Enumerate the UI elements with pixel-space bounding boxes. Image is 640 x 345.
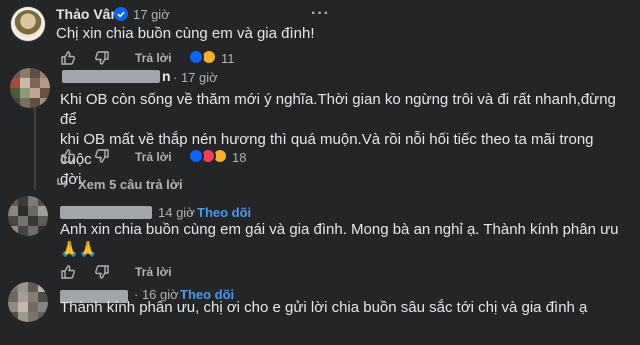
thread-line [34, 100, 36, 190]
dislike-button-icon[interactable] [94, 264, 110, 280]
comment-text-line: Khi OB còn sống về thăm mới ý nghĩa.Thời… [60, 91, 616, 128]
like-icon-fill [188, 148, 204, 164]
comment-author[interactable]: Thảo Vân [56, 6, 119, 22]
comment-time[interactable]: 17 giờ [133, 7, 170, 22]
like-button-icon[interactable] [60, 148, 76, 164]
reply-button[interactable]: Trả lời [135, 265, 172, 279]
comment-time[interactable]: · 17 giờ [173, 70, 218, 85]
view-replies-link[interactable]: Xem 5 câu trả lời [78, 177, 183, 192]
comment-text-line: 🙏🙏 [60, 241, 98, 258]
dislike-button-icon[interactable] [94, 148, 110, 164]
dislike-button-icon[interactable] [94, 50, 110, 66]
comment-text: Thành kính phân ưu, chị ơi cho e gửi lời… [60, 299, 588, 316]
comment-text: Chị xin chia buồn cùng em và gia đình! [56, 25, 315, 42]
like-button-icon[interactable] [60, 264, 76, 280]
comment-text: Khi OB còn sống về thăm mới ý nghĩa.Thời… [60, 90, 620, 190]
reply-arrow-icon [57, 178, 68, 188]
reaction-count[interactable]: 18 [232, 150, 246, 165]
reply-button[interactable]: Trả lời [135, 150, 172, 164]
avatar[interactable] [10, 68, 50, 108]
redacted-author-name[interactable] [62, 70, 160, 83]
avatar[interactable] [8, 282, 48, 322]
more-options-icon[interactable]: ··· [311, 5, 330, 23]
comment-author-suffix[interactable]: n [162, 68, 171, 84]
reaction-count[interactable]: 11 [221, 51, 235, 66]
redacted-author-name[interactable] [60, 206, 152, 219]
avatar[interactable] [10, 6, 46, 42]
follow-button[interactable]: Theo dõi [197, 205, 251, 220]
avatar[interactable] [8, 196, 48, 236]
verified-badge-icon [114, 7, 128, 21]
like-button-icon[interactable] [60, 50, 76, 66]
comment-text-line: Anh xin chia buồn cùng em gái và gia đìn… [60, 221, 619, 258]
like-icon [188, 49, 204, 65]
reply-button[interactable]: Trả lời [135, 51, 172, 65]
